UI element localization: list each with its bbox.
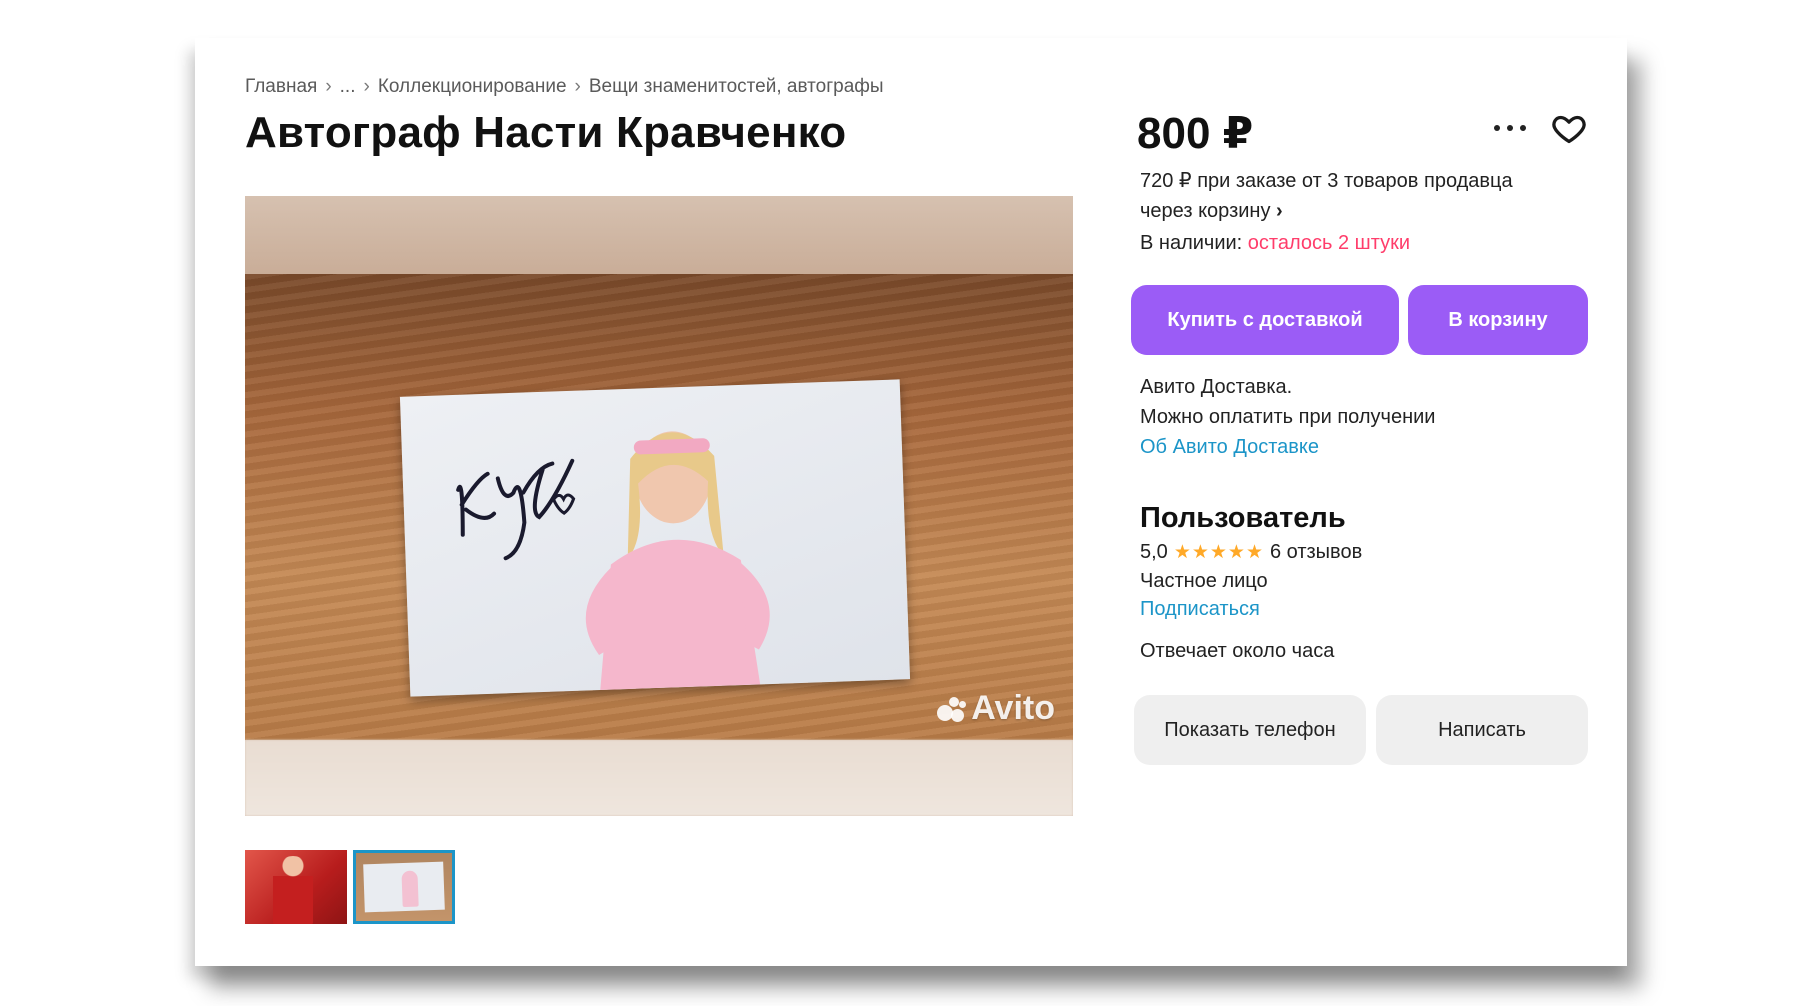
breadcrumb-collecting[interactable]: Коллекционирование xyxy=(378,76,567,98)
autograph-print xyxy=(399,379,911,697)
autograph-print-illustration xyxy=(456,431,770,691)
bulk-price-line2: через корзину xyxy=(1140,200,1271,222)
delivery-info: Авито Доставка. Можно оплатить при получ… xyxy=(1140,372,1435,462)
main-photo[interactable]: Avito xyxy=(245,196,1073,816)
photo-bottom-band xyxy=(245,740,1073,816)
reply-time: Отвечает около часа xyxy=(1140,640,1335,662)
avito-watermark: Avito xyxy=(937,689,1055,728)
seller-name[interactable]: Пользователь xyxy=(1140,502,1346,535)
buy-with-delivery-button[interactable]: Купить с доставкой xyxy=(1131,285,1399,355)
rating-stars-icon: ★★★★★ xyxy=(1173,542,1264,563)
price: 800 ₽ xyxy=(1137,109,1254,158)
breadcrumb-separator: › xyxy=(325,76,332,97)
rating-value: 5,0 xyxy=(1140,541,1168,563)
signature-stroke xyxy=(456,458,575,561)
breadcrumb-celebrity-items[interactable]: Вещи знаменитостей, автографы xyxy=(589,76,884,98)
breadcrumb-ellipsis[interactable]: ... xyxy=(340,76,356,98)
subscribe-link[interactable]: Подписаться xyxy=(1140,598,1260,621)
bulk-price-info[interactable]: 720 ₽ при заказе от 3 товаров продавца ч… xyxy=(1140,166,1580,226)
delivery-line2: Можно оплатить при получении xyxy=(1140,406,1436,428)
seller-rating[interactable]: 5,0 ★★★★★ 6 отзывов xyxy=(1140,541,1362,564)
stock-remaining: осталось 2 штуки xyxy=(1247,232,1411,254)
thumbnail-print xyxy=(363,861,445,913)
show-phone-button[interactable]: Показать телефон xyxy=(1134,695,1366,765)
more-icon[interactable] xyxy=(1492,114,1528,142)
chevron-right-icon: › xyxy=(1276,200,1283,222)
add-to-cart-button[interactable]: В корзину xyxy=(1408,285,1588,355)
reviews-count: 6 отзывов xyxy=(1269,541,1363,563)
write-message-button[interactable]: Написать xyxy=(1376,695,1588,765)
thumbnail-2-selected[interactable] xyxy=(353,850,455,924)
breadcrumb: Главная › ... › Коллекционирование › Вещ… xyxy=(245,76,884,98)
stock-status: В наличии: осталось 2 штуки xyxy=(1140,232,1410,255)
delivery-line1: Авито Доставка. xyxy=(1140,376,1293,398)
bulk-price-line1: 720 ₽ при заказе от 3 товаров продавца xyxy=(1140,170,1513,192)
signature-heart xyxy=(551,493,576,515)
thumbnail-1[interactable] xyxy=(245,850,347,924)
photo-top-band xyxy=(245,196,1073,274)
avito-watermark-text: Avito xyxy=(971,689,1055,727)
page-title: Автограф Насти Кравченко xyxy=(245,108,847,157)
avito-logo-icon xyxy=(937,695,967,723)
thumbnail-figure xyxy=(273,856,313,924)
breadcrumb-separator: › xyxy=(363,76,370,97)
seller-type: Частное лицо xyxy=(1140,570,1268,592)
thumbnail-strip xyxy=(245,850,455,924)
breadcrumb-separator: › xyxy=(574,76,581,97)
about-delivery-link[interactable]: Об Авито Доставке xyxy=(1140,432,1435,462)
heart-icon[interactable] xyxy=(1550,110,1588,146)
breadcrumb-home[interactable]: Главная xyxy=(245,76,317,98)
headband-shape xyxy=(633,438,710,455)
stock-label: В наличии: xyxy=(1140,232,1248,254)
top-shape xyxy=(600,539,761,691)
